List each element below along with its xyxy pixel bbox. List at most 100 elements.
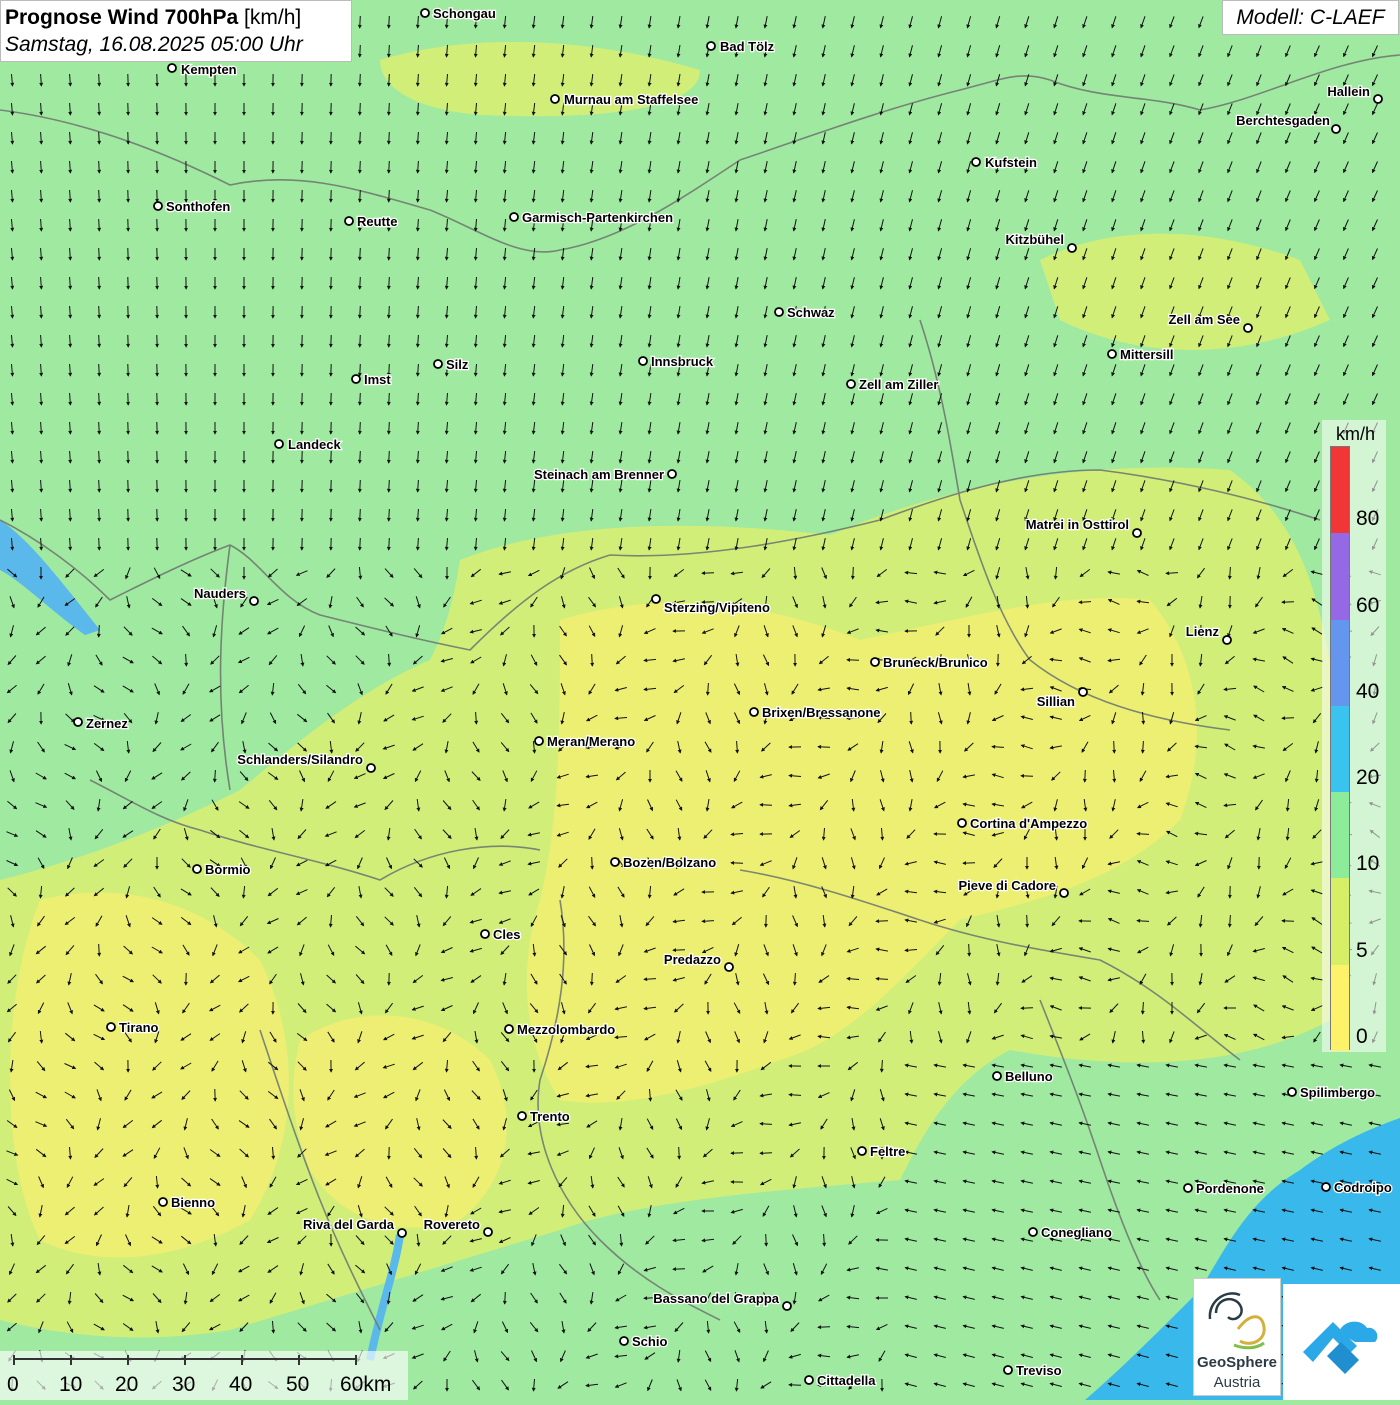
- city-dot: [1079, 688, 1087, 696]
- city-label: Riva del Garda: [303, 1217, 395, 1232]
- wind-arrow: [1114, 741, 1115, 753]
- city-label: Meran/Merano: [547, 734, 635, 749]
- city-marker: Sonthofen: [154, 199, 230, 214]
- city-dot: [972, 158, 980, 166]
- city-dot: [1332, 125, 1340, 133]
- city-dot: [275, 440, 283, 448]
- city-dot: [159, 1198, 167, 1206]
- wind-arrow: [969, 944, 970, 956]
- city-marker: Steinach am Brenner: [534, 467, 676, 482]
- scale-label: 20: [115, 1373, 138, 1397]
- city-marker: Zell am Ziller: [847, 377, 938, 392]
- wind-arrow: [99, 509, 100, 521]
- city-marker: Innsbruck: [639, 354, 714, 369]
- city-dot: [510, 213, 518, 221]
- city-label: Brixen/Bressanone: [762, 705, 881, 720]
- city-dot: [518, 1112, 526, 1120]
- wind-arrow: [99, 335, 100, 347]
- weather-app-logo[interactable]: [1283, 1284, 1400, 1400]
- city-marker: Garmisch-Partenkirchen: [510, 210, 673, 225]
- wind-arrow: [360, 306, 361, 318]
- city-dot: [1223, 636, 1231, 644]
- city-dot: [434, 360, 442, 368]
- wind-arrow: [911, 712, 912, 724]
- city-dot: [421, 9, 429, 17]
- wind-arrow: [360, 277, 361, 289]
- wind-arrow: [389, 306, 390, 318]
- city-dot: [193, 865, 201, 873]
- city-label: Pieve di Cadore: [958, 878, 1056, 893]
- city-marker: Bozen/Bolzano: [611, 855, 716, 870]
- city-marker: Schongau: [421, 6, 496, 21]
- forecast-datetime: Samstag, 16.08.2025 05:00 Uhr: [5, 32, 347, 58]
- wind-arrow: [1085, 770, 1086, 782]
- city-label: Conegliano: [1041, 1225, 1112, 1240]
- legend-color-bar: [1330, 446, 1350, 1050]
- wind-arrow: [360, 103, 361, 115]
- city-label: Berchtesgaden: [1236, 113, 1330, 128]
- city-dot: [1108, 350, 1116, 358]
- logo-line-1: GeoSphere: [1194, 1354, 1280, 1371]
- wind-arrow: [360, 161, 361, 173]
- city-dot: [551, 95, 559, 103]
- wind-arrow: [99, 132, 100, 144]
- legend-swatch: [1331, 706, 1349, 792]
- scale-bar: 0 10 20 30 40 50 60km: [0, 1351, 408, 1400]
- wind-arrow: [876, 921, 888, 922]
- city-dot: [783, 1302, 791, 1310]
- wind-arrow: [99, 451, 100, 463]
- legend-swatch: [1331, 965, 1349, 1051]
- wind-arrow: [360, 248, 361, 260]
- city-label: Landeck: [288, 437, 342, 452]
- legend-unit: km/h: [1336, 424, 1375, 445]
- geosphere-logo[interactable]: GeoSphere Austria: [1193, 1278, 1281, 1396]
- color-legend: km/h 80 60 40 20 10 5 0: [1322, 420, 1386, 1052]
- wind-arrow: [760, 805, 772, 806]
- wind-arrow: [505, 1292, 506, 1304]
- wind-arrow: [679, 1147, 680, 1159]
- wind-arrow: [1282, 921, 1294, 922]
- city-label: Treviso: [1016, 1363, 1062, 1378]
- scale-ticks: [0, 1351, 408, 1373]
- wind-arrow: [818, 747, 830, 748]
- legend-swatch: [1331, 878, 1349, 964]
- city-dot: [345, 217, 353, 225]
- wind-arrow: [99, 364, 100, 376]
- wind-arrow: [389, 277, 390, 289]
- wind-arrow: [360, 538, 361, 550]
- scale-label: 10: [59, 1373, 82, 1397]
- wind-arrow: [99, 277, 100, 289]
- wind-arrow: [99, 393, 100, 405]
- city-label: Silz: [446, 357, 469, 372]
- city-dot: [858, 1147, 866, 1155]
- wind-arrow: [389, 451, 390, 463]
- wind-arrow: [389, 335, 390, 347]
- city-label: Lienz: [1186, 624, 1220, 639]
- city-marker: Cortina d'Ampezzo: [958, 816, 1087, 831]
- legend-swatch: [1331, 533, 1349, 619]
- city-label: Schlanders/Silandro: [237, 752, 363, 767]
- legend-label-0: 0: [1356, 1026, 1368, 1048]
- city-dot: [484, 1228, 492, 1236]
- wind-arrow: [389, 132, 390, 144]
- wind-arrow: [99, 306, 100, 318]
- city-dot: [1374, 95, 1382, 103]
- wind-arrow: [592, 973, 593, 985]
- city-dot: [958, 819, 966, 827]
- city-label: Cles: [493, 927, 520, 942]
- city-dot: [352, 375, 360, 383]
- wind-arrow: [360, 16, 361, 28]
- wind-arrow: [99, 944, 100, 956]
- wind-arrow: [389, 45, 390, 57]
- wind-arrow: [389, 509, 390, 521]
- wind-arrow: [99, 538, 100, 550]
- city-label: Sillian: [1037, 694, 1075, 709]
- wind-arrow: [592, 857, 593, 869]
- city-label: Bienno: [171, 1195, 215, 1210]
- city-dot: [750, 708, 758, 716]
- wind-arrow: [789, 1385, 801, 1386]
- wind-arrow: [389, 480, 390, 492]
- city-dot: [1029, 1228, 1037, 1236]
- city-label: Sonthofen: [166, 199, 230, 214]
- city-marker: Pordenone: [1184, 1181, 1264, 1196]
